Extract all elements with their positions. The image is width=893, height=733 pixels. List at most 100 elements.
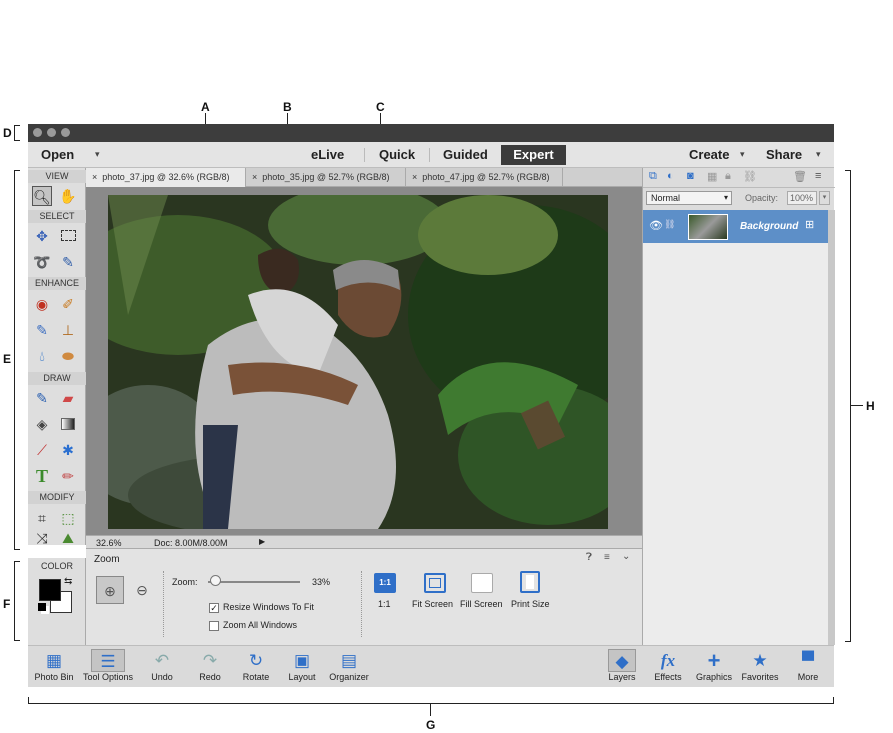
tool-options-button[interactable]: ☰ Tool Options — [80, 646, 136, 688]
blur-tool-icon[interactable]: 💧︎ — [32, 346, 52, 366]
guided-tab[interactable]: Guided — [443, 147, 488, 162]
layer-row-background[interactable]: 👁︎ ⛓︎ Background ⊞ — [643, 210, 829, 243]
one-to-one-button[interactable]: 1:1 — [374, 573, 396, 593]
layers-panel-button[interactable]: ◆ Layers — [602, 646, 642, 688]
graphics-panel-button[interactable]: + Graphics — [692, 646, 736, 688]
tool-options-label: Tool Options — [82, 672, 134, 682]
sponge-tool-icon[interactable]: ⬬ — [58, 346, 78, 366]
collapse-chevron-icon[interactable]: ⌄ — [622, 551, 630, 562]
share-menu[interactable]: Share — [766, 147, 802, 162]
rotate-button[interactable]: ↻ Rotate — [236, 646, 276, 688]
zoom-tool-icon[interactable]: 🔍︎ — [32, 186, 52, 206]
link-layers-icon[interactable]: ⛓︎ — [743, 170, 757, 183]
pencil-tool-icon[interactable]: ✏︎ — [58, 466, 78, 486]
layer-name[interactable]: Background — [740, 221, 798, 232]
type-tool-icon[interactable]: T — [32, 466, 52, 486]
redo-button[interactable]: ↷ Redo — [190, 646, 230, 688]
one-to-one-label: 1:1 — [378, 599, 391, 609]
document-tab[interactable]: × photo_47.jpg @ 52.7% (RGB/8) — [406, 168, 563, 187]
quick-tab[interactable]: Quick — [379, 147, 415, 162]
lock-transparent-icon[interactable]: ▦ — [707, 170, 717, 183]
lasso-tool-icon[interactable]: ➰ — [32, 252, 52, 272]
straighten-tool-icon[interactable]: ⛰︎ — [58, 531, 78, 545]
document-tab[interactable]: × photo_35.jpg @ 52.7% (RGB/8) — [246, 168, 406, 187]
zoom-out-button[interactable]: ⊖ — [128, 576, 156, 604]
callout-d: D — [3, 126, 12, 140]
swap-colors-icon[interactable]: ⇆ — [64, 576, 72, 587]
eyedropper-tool-icon[interactable]: ⟋ — [32, 440, 52, 460]
tab-close-icon[interactable]: × — [92, 172, 97, 182]
content-aware-move-tool-icon[interactable]: ⤨ — [32, 531, 52, 545]
open-dropdown-icon[interactable]: ▾ — [95, 149, 100, 160]
organizer-button[interactable]: ▤ Organizer — [324, 646, 374, 688]
layer-lock-icon[interactable]: ⊞ — [805, 218, 814, 231]
foreground-color-swatch[interactable] — [39, 579, 61, 601]
create-dropdown-icon[interactable]: ▾ — [740, 149, 745, 160]
zoom-window-button[interactable] — [61, 128, 70, 137]
callout-d-bracket — [14, 125, 20, 141]
crop-tool-icon[interactable]: ⌗ — [32, 508, 52, 528]
opacity-field[interactable]: 100% — [787, 191, 817, 205]
layer-link-icon[interactable]: ⛓︎ — [664, 219, 675, 230]
eraser-tool-icon[interactable]: ▰ — [58, 388, 78, 408]
custom-shape-tool-icon[interactable]: ✱ — [58, 440, 78, 460]
print-size-button[interactable] — [520, 571, 540, 593]
recompose-tool-icon[interactable]: ⬚ — [58, 508, 78, 528]
share-dropdown-icon[interactable]: ▾ — [816, 149, 821, 160]
paint-bucket-tool-icon[interactable]: ◈ — [32, 414, 52, 434]
window-titlebar[interactable] — [28, 124, 834, 142]
quick-selection-tool-icon[interactable]: ✎ — [58, 252, 78, 272]
undo-button[interactable]: ↶ Undo — [142, 646, 182, 688]
tab-close-icon[interactable]: × — [252, 172, 257, 182]
tab-close-icon[interactable]: × — [412, 172, 417, 182]
fit-screen-button[interactable] — [424, 573, 446, 593]
blend-mode-select[interactable]: Normal ▾ — [646, 191, 732, 205]
clone-stamp-tool-icon[interactable]: ⊥ — [58, 320, 78, 340]
help-icon[interactable]: ❓︎ — [586, 552, 592, 563]
move-tool-icon[interactable]: ✥ — [32, 226, 52, 246]
layout-button[interactable]: ▣ Layout — [282, 646, 322, 688]
more-label: More — [797, 672, 819, 682]
zoom-all-windows-checkbox[interactable] — [209, 621, 219, 631]
callout-e-bracket — [14, 170, 20, 550]
expert-tab[interactable]: Expert — [501, 145, 566, 165]
layers-panel-scrollbar[interactable] — [828, 210, 835, 645]
zoom-slider-thumb[interactable] — [209, 575, 221, 586]
minimize-window-button[interactable] — [47, 128, 56, 137]
elive-tab[interactable]: eLive — [311, 147, 344, 162]
layers-label: Layers — [608, 672, 636, 682]
status-menu-arrow-icon[interactable]: ▶ — [259, 536, 265, 548]
effects-panel-button[interactable]: fx Effects — [648, 646, 688, 688]
marquee-tool-icon[interactable] — [58, 226, 78, 246]
zoom-slider[interactable] — [208, 581, 300, 583]
resize-windows-checkbox[interactable]: ✓ — [209, 603, 219, 613]
gradient-tool-icon[interactable] — [58, 414, 78, 434]
default-colors-icon[interactable] — [38, 603, 46, 611]
undo-icon: ↶ — [154, 651, 170, 670]
photo-bin-button[interactable]: ▦ Photo Bin — [30, 646, 78, 688]
opacity-dropdown-icon[interactable]: ▾ — [819, 191, 830, 205]
fill-screen-button[interactable] — [471, 573, 493, 593]
delete-layer-icon[interactable]: 🗑︎ — [793, 170, 807, 183]
lock-all-icon[interactable]: 🔒︎ — [725, 170, 731, 183]
smart-brush-tool-icon[interactable]: ✎ — [32, 320, 52, 340]
red-eye-tool-icon[interactable]: ◉ — [32, 294, 52, 314]
open-menu[interactable]: Open — [41, 147, 74, 162]
favorites-panel-button[interactable]: ★ Favorites — [738, 646, 782, 688]
panel-menu-icon[interactable]: ≡ — [604, 552, 610, 563]
toolbox: VIEW 🔍︎ ✋ SELECT ✥ ➰ ✎ ENHANCE ◉ ✐ ✎ ⊥ 💧… — [28, 168, 86, 545]
layer-visibility-eye-icon[interactable]: 👁︎ — [649, 219, 663, 232]
new-adjustment-layer-icon[interactable]: ◐ — [667, 170, 674, 182]
more-panels-button[interactable]: ▀ More — [788, 646, 828, 688]
brush-tool-icon[interactable]: ✎ — [32, 388, 52, 408]
add-layer-mask-icon[interactable]: ◙ — [687, 170, 694, 182]
new-layer-icon[interactable]: ⧉ — [649, 170, 657, 183]
create-menu[interactable]: Create — [689, 147, 729, 162]
close-window-button[interactable] — [33, 128, 42, 137]
zoom-in-button[interactable]: ⊕ — [96, 576, 124, 604]
document-tab-active[interactable]: × photo_37.jpg @ 32.6% (RGB/8) — [86, 168, 246, 187]
hand-tool-icon[interactable]: ✋ — [58, 186, 78, 206]
spot-healing-tool-icon[interactable]: ✐ — [58, 294, 78, 314]
document-image[interactable] — [108, 195, 608, 529]
layers-panel-menu-icon[interactable]: ≡ — [815, 170, 821, 182]
